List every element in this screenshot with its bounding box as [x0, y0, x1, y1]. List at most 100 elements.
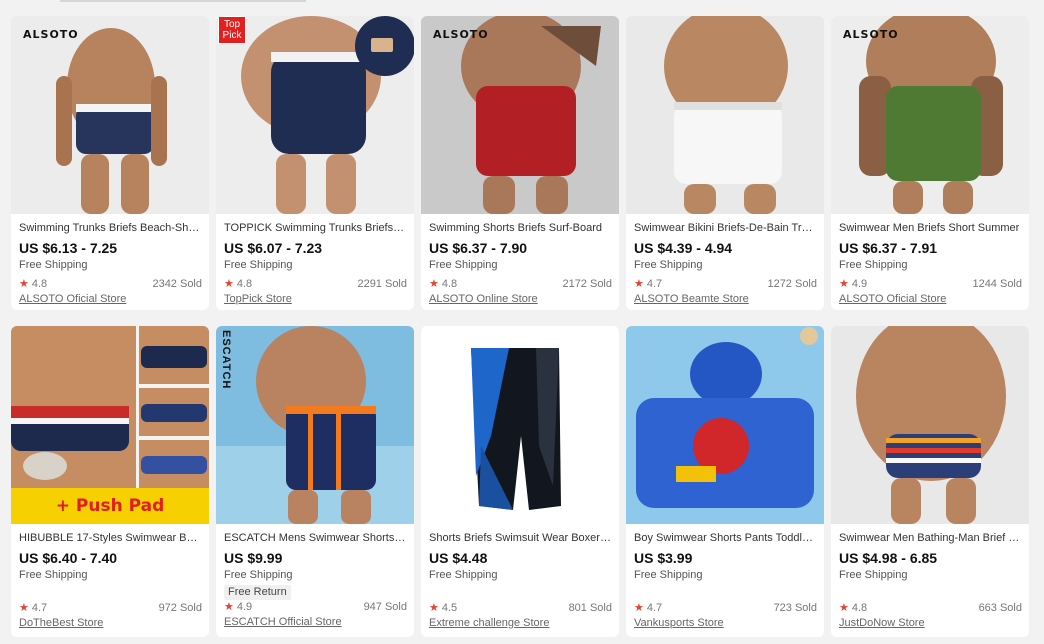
star-icon: ★	[839, 277, 849, 290]
sold-count: 663 Sold	[978, 602, 1022, 614]
top-scroll-indicator	[60, 0, 306, 2]
store-link[interactable]: JustDoNow Store	[839, 616, 1022, 630]
rating-value: 4.7	[31, 602, 48, 614]
product-price: US $4.48	[429, 550, 488, 566]
shipping-label: Free Shipping	[224, 259, 293, 271]
shipping-label: Free Shipping	[634, 569, 703, 581]
product-title[interactable]: TOPPICK Swimming Trunks Briefs Men	[224, 221, 407, 235]
product-image[interactable]	[626, 326, 824, 524]
rating-row: ★ 4.9 947 Sold	[224, 600, 407, 614]
store-link[interactable]: ALSOTO Oficial Store	[839, 292, 1022, 306]
brand-logo-image: ESCATCH	[220, 330, 232, 390]
rating-row: ★ 4.8 2172 Sold	[429, 277, 612, 291]
rating-value: 4.8	[851, 602, 868, 614]
product-card[interactable]: Boy Swimwear Shorts Pants Toddler Kids U…	[626, 326, 824, 637]
product-image[interactable]	[421, 326, 619, 524]
product-row: ALSOTO Swimming Trunks Briefs Beach-Shor…	[11, 16, 1031, 310]
product-price: US $6.37 - 7.90	[429, 240, 528, 256]
rating-value: 4.8	[441, 278, 458, 290]
brand-logo-image: ALSOTO	[23, 28, 79, 41]
rating-row: ★ 4.7 972 Sold	[19, 601, 202, 615]
product-price: US $6.07 - 7.23	[224, 240, 323, 256]
product-image[interactable]: ALSOTO	[421, 16, 619, 214]
product-card[interactable]: Shorts Briefs Swimsuit Wear Boxer Men US…	[421, 326, 619, 637]
store-link[interactable]: TopPick Store	[224, 292, 407, 306]
sold-count: 723 Sold	[773, 602, 817, 614]
rating-row: ★ 4.8 2342 Sold	[19, 277, 202, 291]
top-pick-tag: Top Pick	[218, 16, 246, 44]
product-price: US $6.37 - 7.91	[839, 240, 938, 256]
product-card[interactable]: ALSOTO Swimming Shorts Briefs Surf-Board…	[421, 16, 619, 310]
sold-count: 2342 Sold	[152, 278, 202, 290]
product-card[interactable]: Swimwear Bikini Briefs-De-Bain Trunks US…	[626, 16, 824, 310]
product-row: + Push Pad HIBUBBLE 17-Styles Swimwear B…	[11, 326, 1031, 637]
product-title[interactable]: Shorts Briefs Swimsuit Wear Boxer Men	[429, 531, 612, 545]
star-icon: ★	[19, 601, 29, 614]
sold-count: 972 Sold	[158, 602, 202, 614]
star-icon: ★	[839, 601, 849, 614]
shipping-label: Free Shipping	[634, 259, 703, 271]
product-title[interactable]: Boy Swimwear Shorts Pants Toddler Kids	[634, 531, 817, 545]
store-link[interactable]: Extreme challenge Store	[429, 616, 612, 630]
rating-value: 4.7	[646, 602, 663, 614]
product-price: US $4.39 - 4.94	[634, 240, 733, 256]
sold-count: 2291 Sold	[357, 278, 407, 290]
product-card[interactable]: Swimwear Men Bathing-Man Brief Swim US $…	[831, 326, 1029, 637]
product-image[interactable]: ALSOTO	[831, 16, 1029, 214]
shipping-label: Free Shipping	[429, 569, 498, 581]
store-link[interactable]: Vankusports Store	[634, 616, 817, 630]
star-icon: ★	[634, 277, 644, 290]
shipping-label: Free Shipping	[839, 259, 908, 271]
rating-value: 4.7	[646, 278, 663, 290]
product-image[interactable]: ALSOTO	[11, 16, 209, 214]
store-link[interactable]: ALSOTO Oficial Store	[19, 292, 202, 306]
rating-row: ★ 4.8 663 Sold	[839, 601, 1022, 615]
promo-banner: + Push Pad	[11, 488, 209, 524]
rating-value: 4.5	[441, 602, 458, 614]
sold-count: 1244 Sold	[972, 278, 1022, 290]
shipping-label: Free Shipping	[429, 259, 498, 271]
store-link[interactable]: DoTheBest Store	[19, 616, 202, 630]
sold-count: 947 Sold	[363, 601, 407, 613]
product-price: US $6.13 - 7.25	[19, 240, 118, 256]
star-icon: ★	[19, 277, 29, 290]
brand-logo-image: ALSOTO	[433, 28, 489, 41]
product-image[interactable]: Top Pick	[216, 16, 414, 214]
store-link[interactable]: ALSOTO Beamte Store	[634, 292, 817, 306]
store-link[interactable]: ESCATCH Official Store	[224, 615, 407, 629]
sold-count: 801 Sold	[568, 602, 612, 614]
rating-row: ★ 4.8 2291 Sold	[224, 277, 407, 291]
product-title[interactable]: Swimwear Bikini Briefs-De-Bain Trunks	[634, 221, 817, 235]
rating-row: ★ 4.7 1272 Sold	[634, 277, 817, 291]
product-title[interactable]: ESCATCH Mens Swimwear Shorts Trunks	[224, 531, 407, 545]
product-title[interactable]: Swimming Shorts Briefs Surf-Board	[429, 221, 612, 235]
star-icon: ★	[429, 601, 439, 614]
product-image[interactable]	[831, 326, 1029, 524]
rating-value: 4.9	[851, 278, 868, 290]
sold-count: 2172 Sold	[562, 278, 612, 290]
product-image[interactable]: + Push Pad	[11, 326, 209, 524]
shipping-label: Free Shipping	[19, 259, 88, 271]
product-card[interactable]: + Push Pad HIBUBBLE 17-Styles Swimwear B…	[11, 326, 209, 637]
product-price: US $4.98 - 6.85	[839, 550, 938, 566]
product-price: US $6.40 - 7.40	[19, 550, 118, 566]
star-icon: ★	[634, 601, 644, 614]
store-link[interactable]: ALSOTO Online Store	[429, 292, 612, 306]
product-card[interactable]: ALSOTO Swimwear Men Briefs Short Summer …	[831, 16, 1029, 310]
shipping-label: Free Shipping	[224, 569, 293, 581]
product-title[interactable]: Swimming Trunks Briefs Beach-Shorts	[19, 221, 202, 235]
star-icon: ★	[224, 600, 234, 613]
product-card[interactable]: Top Pick TOPPICK Swimming Trunks Briefs …	[216, 16, 414, 310]
product-title[interactable]: Swimwear Men Bathing-Man Brief Swim	[839, 531, 1022, 545]
rating-row: ★ 4.9 1244 Sold	[839, 277, 1022, 291]
sold-count: 1272 Sold	[767, 278, 817, 290]
brand-logo-image: ALSOTO	[843, 28, 899, 41]
shipping-label: Free Shipping	[839, 569, 908, 581]
product-card[interactable]: ALSOTO Swimming Trunks Briefs Beach-Shor…	[11, 16, 209, 310]
product-image[interactable]	[626, 16, 824, 214]
product-title[interactable]: Swimwear Men Briefs Short Summer	[839, 221, 1022, 235]
product-image[interactable]: ESCATCH	[216, 326, 414, 524]
product-card[interactable]: ESCATCH ESCATCH Mens Swimwear Shorts Tr u…	[216, 326, 414, 637]
product-title[interactable]: HIBUBBLE 17-Styles Swimwear Bathing	[19, 531, 202, 545]
star-icon: ★	[429, 277, 439, 290]
